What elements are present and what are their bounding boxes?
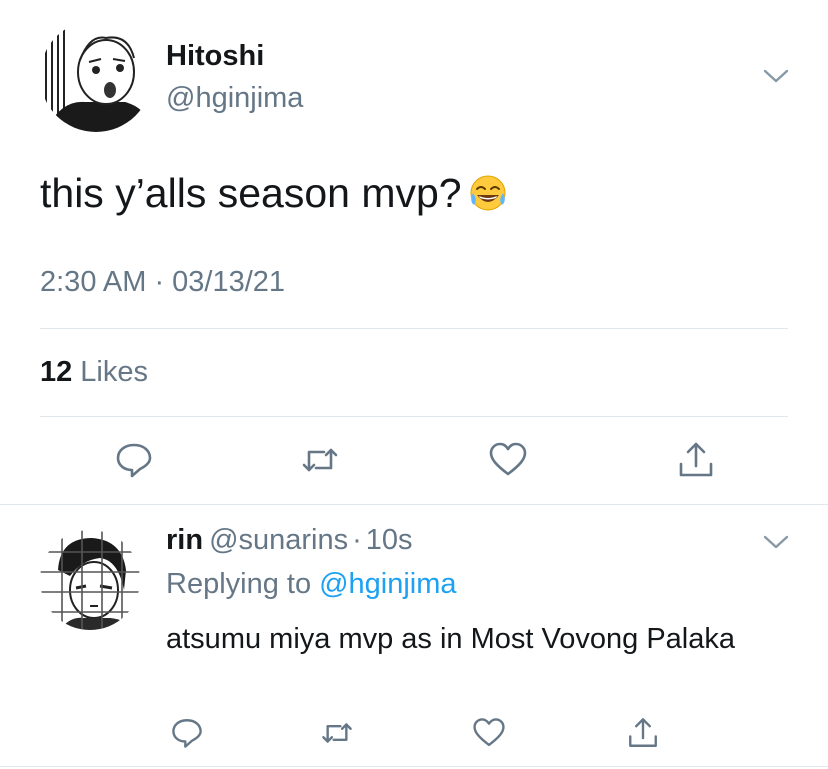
chevron-down-icon[interactable] <box>761 532 791 552</box>
retweet-icon[interactable] <box>300 440 340 480</box>
share-icon[interactable] <box>626 716 660 750</box>
avatar-illustration <box>40 20 152 132</box>
heart-icon[interactable] <box>472 716 506 750</box>
chevron-down-icon[interactable] <box>761 66 791 86</box>
laughing-crying-emoji-icon <box>470 175 506 211</box>
divider <box>40 416 788 417</box>
avatar-illustration <box>40 530 140 630</box>
reply-time[interactable]: 10s <box>366 524 413 556</box>
reply-header: rin @sunarins · 10s <box>166 524 413 557</box>
replying-mention-link[interactable]: @hginjima <box>319 568 456 600</box>
divider <box>0 504 828 505</box>
reply-display-name[interactable]: rin <box>166 524 203 556</box>
reply-handle[interactable]: @sunarins <box>209 524 348 556</box>
divider <box>40 328 788 329</box>
reply-avatar[interactable] <box>40 530 140 630</box>
replying-label: Replying to <box>166 568 312 600</box>
tweet-text: this y’alls season mvp? <box>40 170 462 216</box>
speech-bubble-icon[interactable] <box>114 440 154 480</box>
reply-text: atsumu miya mvp as in Most Vovong Palaka <box>166 623 735 655</box>
share-icon[interactable] <box>676 440 716 480</box>
speech-bubble-icon[interactable] <box>170 716 204 750</box>
separator-dot: · <box>352 524 362 556</box>
tweet-timestamp[interactable]: 2:30 AM · 03/13/21 <box>40 266 285 299</box>
likes-label: Likes <box>80 356 148 388</box>
main-handle[interactable]: @hginjima <box>166 82 303 115</box>
main-display-name[interactable]: Hitoshi <box>166 40 264 73</box>
retweet-icon[interactable] <box>320 716 354 750</box>
heart-icon[interactable] <box>488 440 528 480</box>
likes-summary[interactable]: 12 Likes <box>40 356 148 389</box>
replying-to: Replying to @hginjima <box>166 568 457 601</box>
divider <box>0 766 828 767</box>
tweet-text-row: this y’alls season mvp? <box>40 170 508 217</box>
likes-count: 12 <box>40 356 73 388</box>
main-avatar[interactable] <box>40 20 152 132</box>
